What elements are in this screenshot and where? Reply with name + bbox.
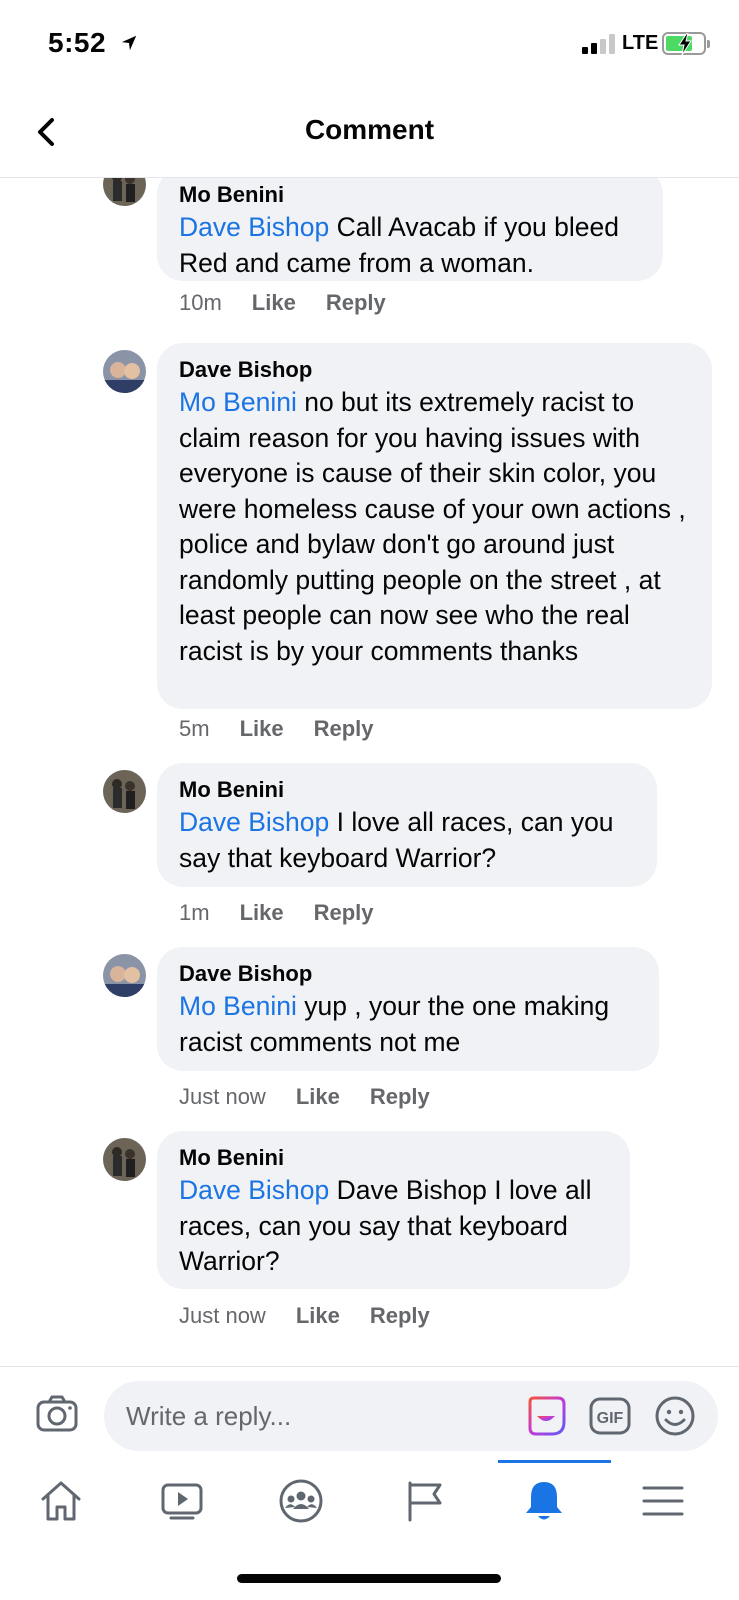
comment-time: Just now [179, 1303, 266, 1328]
camera-icon [36, 1395, 78, 1432]
status-time: 5:52 [48, 27, 138, 59]
network-label: LTE [622, 32, 659, 54]
like-button[interactable]: Like [252, 290, 296, 316]
pages-icon [408, 1481, 442, 1522]
comment-author[interactable]: Dave Bishop [179, 959, 637, 989]
emoji-icon [655, 1396, 695, 1436]
groups-icon [279, 1479, 323, 1523]
like-button[interactable]: Like [240, 716, 284, 742]
reply-button[interactable]: Reply [314, 716, 374, 742]
reply-button[interactable]: Reply [314, 900, 374, 926]
comment-text: Dave Bishop I love all races, can you sa… [179, 805, 635, 876]
home-icon [41, 1481, 81, 1521]
mention-link[interactable]: Dave Bishop [179, 212, 329, 242]
reply-button[interactable]: Reply [370, 1303, 430, 1329]
mention-link[interactable]: Dave Bishop [179, 1175, 329, 1205]
comment-bubble[interactable]: Mo Benini Dave Bishop Dave Bishop I love… [157, 1131, 630, 1289]
signal-icon [582, 34, 616, 54]
comment-author[interactable]: Mo Benini [179, 180, 641, 210]
mention-link[interactable]: Mo Benini [179, 387, 297, 417]
comment-meta: 5m Like Reply [179, 716, 374, 742]
like-button[interactable]: Like [296, 1084, 340, 1110]
comment-text: Mo Benini yup , your the one making raci… [179, 989, 637, 1060]
comment-list[interactable]: Mo Benini Dave Bishop Call Avacab if you… [0, 178, 739, 1366]
avatar-dave-bishop[interactable] [103, 350, 146, 393]
reply-bar: GIF [0, 1366, 739, 1460]
comment-meta: 1m Like Reply [179, 900, 374, 926]
mention-link[interactable]: Dave Bishop [179, 807, 329, 837]
comment-author[interactable]: Mo Benini [179, 775, 635, 805]
sticker-icon [528, 1396, 566, 1436]
comment-bubble[interactable]: Dave Bishop Mo Benini yup , your the one… [157, 947, 659, 1071]
comment-time: 5m [179, 716, 210, 741]
comment-bubble[interactable]: Dave Bishop Mo Benini no but its extreme… [157, 343, 712, 709]
status-bar: 5:52 LTE [0, 0, 739, 90]
tab-notifications[interactable] [521, 1478, 567, 1524]
reply-button[interactable]: Reply [370, 1084, 430, 1110]
status-time-text: 5:52 [48, 27, 107, 58]
comment-meta: 10m Like Reply [179, 290, 386, 316]
avatar-mo-benini[interactable] [103, 178, 146, 206]
avatar-mo-benini[interactable] [103, 770, 146, 813]
avatar-dave-bishop[interactable] [103, 954, 146, 997]
comment-time: 1m [179, 900, 210, 925]
home-indicator[interactable] [237, 1574, 501, 1583]
comment-bubble[interactable]: Mo Benini Dave Bishop I love all races, … [157, 763, 657, 887]
tab-bar [0, 1460, 739, 1540]
mention-link[interactable]: Mo Benini [179, 991, 297, 1021]
header: Comment [0, 90, 739, 178]
location-arrow-icon [122, 35, 137, 51]
comment-meta: Just now Like Reply [179, 1084, 430, 1110]
tab-menu[interactable] [640, 1478, 686, 1524]
tab-watch[interactable] [159, 1478, 205, 1524]
tab-pages[interactable] [402, 1478, 448, 1524]
gif-icon: GIF [589, 1397, 631, 1435]
page-title: Comment [304, 114, 435, 145]
comment-text: Dave Bishop Call Avacab if you bleed Red… [179, 210, 641, 281]
reply-button[interactable]: Reply [326, 290, 386, 316]
sticker-button[interactable] [524, 1394, 568, 1438]
watch-icon [161, 1483, 203, 1520]
active-tab-indicator [498, 1460, 611, 1463]
battery-charging-icon [662, 32, 710, 55]
comment-author[interactable]: Dave Bishop [179, 355, 690, 385]
emoji-button[interactable] [653, 1394, 697, 1438]
avatar-mo-benini[interactable] [103, 1138, 146, 1181]
tab-home[interactable] [38, 1478, 84, 1524]
notifications-icon [526, 1482, 562, 1520]
tab-groups[interactable] [278, 1478, 324, 1524]
comment-meta: Just now Like Reply [179, 1303, 430, 1329]
gif-button[interactable]: GIF [588, 1394, 632, 1438]
like-button[interactable]: Like [296, 1303, 340, 1329]
comment-bubble[interactable]: Mo Benini Dave Bishop Call Avacab if you… [157, 178, 663, 281]
comment-author[interactable]: Mo Benini [179, 1143, 608, 1173]
comment-text: Dave Bishop Dave Bishop I love all races… [179, 1173, 608, 1280]
comment-time: Just now [179, 1084, 266, 1109]
comment-body: no but its extremely racist to claim rea… [179, 387, 686, 666]
like-button[interactable]: Like [240, 900, 284, 926]
comment-text: Mo Benini no but its extremely racist to… [179, 385, 690, 669]
comment-time: 10m [179, 290, 222, 315]
camera-button[interactable] [34, 1391, 80, 1437]
menu-icon [642, 1486, 684, 1516]
svg-text:GIF: GIF [597, 1410, 624, 1427]
